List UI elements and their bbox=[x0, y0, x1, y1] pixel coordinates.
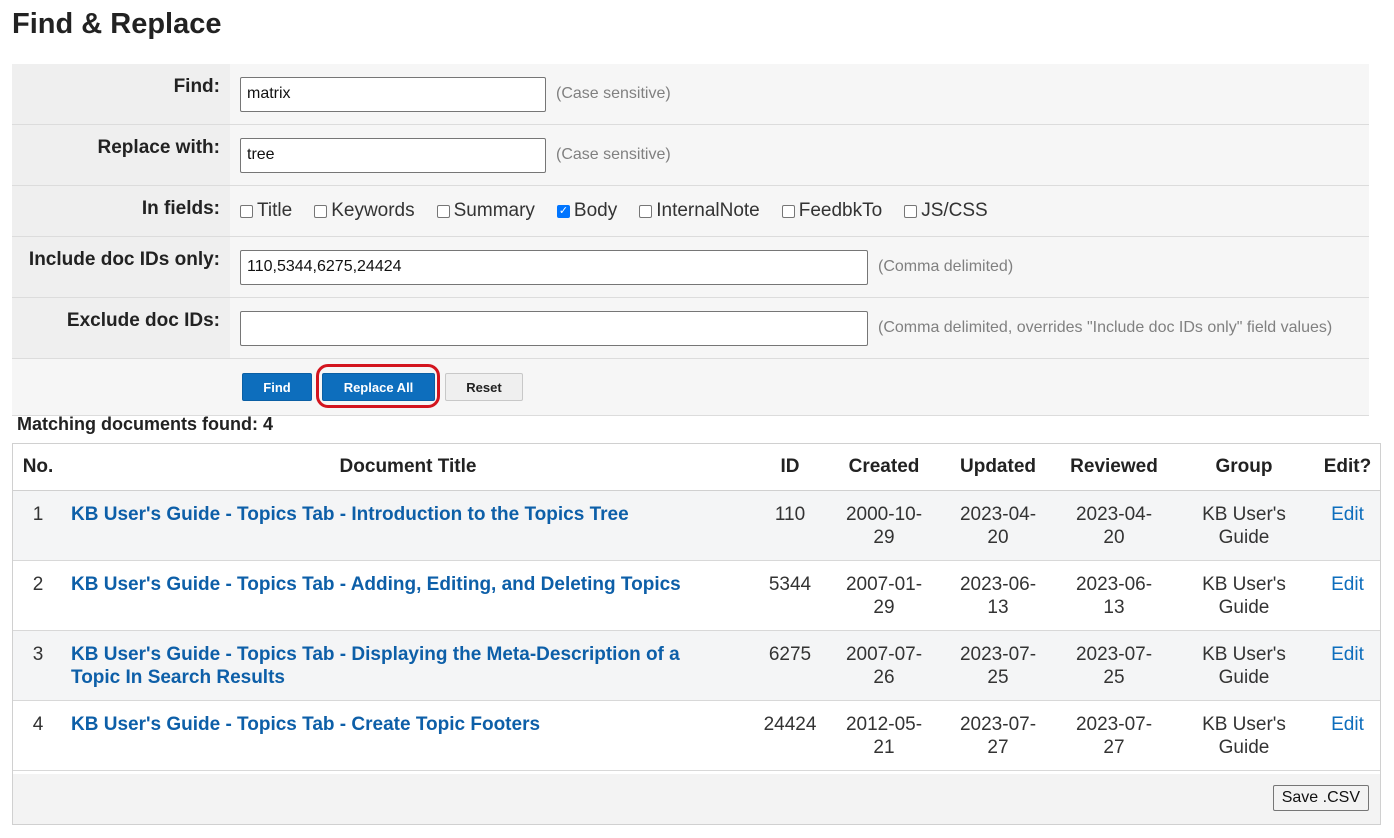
replace-row: Replace with: (Case sensitive) bbox=[12, 125, 1369, 186]
replace-label: Replace with: bbox=[12, 125, 230, 185]
field-checkbox-title[interactable]: Title bbox=[240, 200, 292, 222]
row-number: 4 bbox=[32, 714, 44, 735]
edit-link[interactable]: Edit bbox=[1331, 574, 1364, 595]
created-date: 2007-01-29 bbox=[845, 574, 923, 618]
table-row: 4 KB User's Guide - Topics Tab - Create T… bbox=[13, 700, 1380, 771]
checkbox-unchecked-icon[interactable] bbox=[639, 204, 653, 218]
row-number: 3 bbox=[32, 644, 44, 665]
include-hint: (Comma delimited) bbox=[878, 258, 1014, 275]
updated-date: 2023-06-13 bbox=[959, 574, 1037, 618]
updated-date: 2023-04-20 bbox=[959, 504, 1037, 548]
field-checkbox-summary[interactable]: Summary bbox=[436, 200, 535, 222]
created-date: 2012-05-21 bbox=[845, 714, 923, 758]
col-reviewed: Reviewed bbox=[1055, 444, 1173, 491]
find-button[interactable]: Find bbox=[242, 373, 312, 401]
reviewed-date: 2023-07-25 bbox=[1075, 644, 1153, 688]
col-edit: Edit? bbox=[1315, 444, 1380, 491]
checkbox-unchecked-icon[interactable] bbox=[904, 204, 918, 218]
edit-link[interactable]: Edit bbox=[1331, 504, 1364, 525]
checkbox-label: InternalNote bbox=[656, 200, 760, 221]
replace-input[interactable] bbox=[240, 137, 546, 173]
updated-date: 2023-07-25 bbox=[959, 644, 1037, 688]
header-row: No. Document Title ID Created Updated Re… bbox=[13, 444, 1380, 491]
edit-link[interactable]: Edit bbox=[1331, 714, 1364, 735]
doc-id: 6275 bbox=[768, 644, 812, 665]
results-table: No. Document Title ID Created Updated Re… bbox=[13, 444, 1380, 771]
col-title: Document Title bbox=[63, 444, 753, 491]
checkbox-label: Title bbox=[257, 200, 293, 221]
field-checkbox-body[interactable]: ✓ Body bbox=[556, 200, 618, 222]
checkbox-unchecked-icon[interactable] bbox=[314, 204, 328, 218]
group-name: KB User's Guide bbox=[1202, 714, 1286, 758]
checkbox-unchecked-icon[interactable] bbox=[781, 204, 795, 218]
col-id: ID bbox=[753, 444, 827, 491]
document-title-link[interactable]: KB User's Guide - Topics Tab - Displayin… bbox=[71, 644, 680, 688]
col-no: No. bbox=[13, 444, 63, 491]
checkbox-label: Summary bbox=[453, 200, 535, 221]
replace-all-highlight bbox=[316, 364, 440, 408]
field-checkbox-js-css[interactable]: JS/CSS bbox=[904, 200, 988, 222]
exclude-hint: (Comma delimited, overrides "Include doc… bbox=[878, 319, 1333, 336]
created-date: 2000-10-29 bbox=[845, 504, 923, 548]
document-title-link[interactable]: KB User's Guide - Topics Tab - Adding, E… bbox=[71, 574, 681, 595]
checkbox-label: Keywords bbox=[331, 200, 415, 221]
updated-date: 2023-07-27 bbox=[959, 714, 1037, 758]
fields-row: In fields: Title Keywords Summary ✓ Body Inte… bbox=[12, 186, 1369, 237]
reviewed-date: 2023-06-13 bbox=[1075, 574, 1153, 618]
col-created: Created bbox=[827, 444, 941, 491]
checkbox-unchecked-icon[interactable] bbox=[436, 204, 450, 218]
created-date: 2007-07-26 bbox=[845, 644, 923, 688]
field-checkbox-feedbkto[interactable]: FeedbkTo bbox=[781, 200, 883, 222]
results-table-wrap: No. Document Title ID Created Updated Re… bbox=[12, 443, 1381, 825]
reviewed-date: 2023-07-27 bbox=[1075, 714, 1153, 758]
find-replace-form: Find: (Case sensitive) Replace with: (Ca… bbox=[12, 64, 1369, 416]
table-footer: Save .CSV bbox=[13, 774, 1380, 824]
row-number: 2 bbox=[32, 574, 44, 595]
col-updated: Updated bbox=[941, 444, 1055, 491]
checkbox-label: Body bbox=[573, 200, 618, 221]
row-number: 1 bbox=[32, 504, 44, 525]
checkbox-label: FeedbkTo bbox=[798, 200, 883, 221]
find-row: Find: (Case sensitive) bbox=[12, 64, 1369, 125]
col-group: Group bbox=[1173, 444, 1315, 491]
include-label: Include doc IDs only: bbox=[12, 237, 230, 297]
exclude-label: Exclude doc IDs: bbox=[12, 298, 230, 358]
page-title: Find & Replace bbox=[12, 8, 222, 40]
include-ids-input[interactable] bbox=[240, 249, 868, 285]
doc-id: 5344 bbox=[768, 574, 812, 595]
edit-link[interactable]: Edit bbox=[1331, 644, 1364, 665]
group-name: KB User's Guide bbox=[1202, 574, 1286, 618]
buttons-row: Find Replace All Reset bbox=[12, 359, 1369, 416]
find-input[interactable] bbox=[240, 76, 546, 112]
table-row: 1 KB User's Guide - Topics Tab - Introduc… bbox=[13, 490, 1380, 561]
checkbox-unchecked-icon[interactable] bbox=[240, 204, 253, 218]
group-name: KB User's Guide bbox=[1202, 644, 1286, 688]
exclude-ids-input[interactable] bbox=[240, 310, 868, 346]
find-hint: (Case sensitive) bbox=[556, 85, 671, 102]
field-checkbox-keywords[interactable]: Keywords bbox=[314, 200, 415, 222]
exclude-row: Exclude doc IDs: (Comma delimited, overr… bbox=[12, 298, 1369, 359]
reviewed-date: 2023-04-20 bbox=[1075, 504, 1153, 548]
include-row: Include doc IDs only: (Comma delimited) bbox=[12, 237, 1369, 298]
table-row: 2 KB User's Guide - Topics Tab - Adding, … bbox=[13, 560, 1380, 631]
group-name: KB User's Guide bbox=[1202, 504, 1286, 548]
doc-id: 24424 bbox=[763, 714, 817, 735]
replace-hint: (Case sensitive) bbox=[556, 146, 671, 163]
doc-id: 110 bbox=[774, 504, 806, 525]
save-csv-button[interactable]: Save .CSV bbox=[1272, 785, 1369, 811]
document-title-link[interactable]: KB User's Guide - Topics Tab - Introduct… bbox=[71, 504, 629, 525]
field-checkbox-internalnote[interactable]: InternalNote bbox=[639, 200, 760, 222]
fields-checkbox-group: Title Keywords Summary ✓ Body InternalNote Fee… bbox=[230, 186, 1369, 236]
checkbox-checked-icon[interactable]: ✓ bbox=[556, 204, 570, 218]
table-row: 3 KB User's Guide - Topics Tab - Displayi… bbox=[13, 630, 1380, 701]
checkbox-label: JS/CSS bbox=[921, 200, 988, 221]
results-count: Matching documents found: 4 bbox=[17, 414, 273, 434]
document-title-link[interactable]: KB User's Guide - Topics Tab - Create To… bbox=[71, 714, 540, 735]
fields-label: In fields: bbox=[12, 186, 230, 236]
find-label: Find: bbox=[12, 64, 230, 124]
reset-button[interactable]: Reset bbox=[445, 373, 523, 401]
